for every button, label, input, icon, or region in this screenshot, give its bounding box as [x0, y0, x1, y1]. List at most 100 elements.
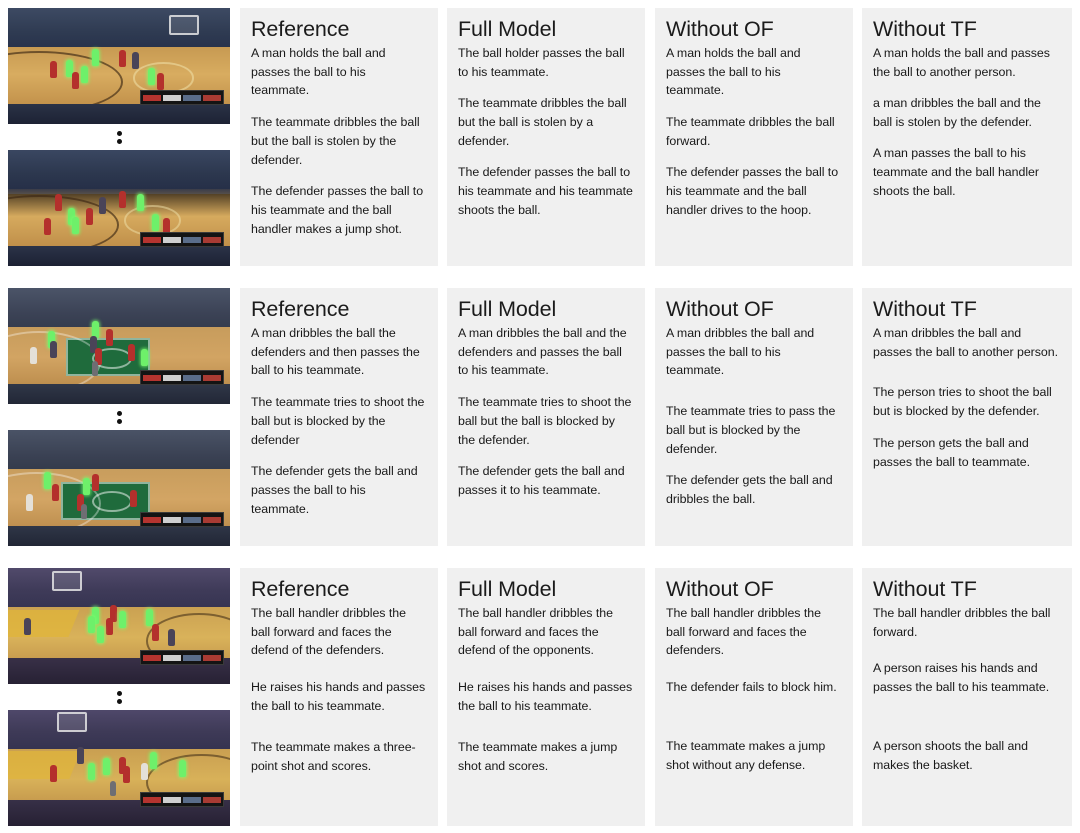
video-frame-top — [8, 288, 230, 404]
crowd-upper — [8, 288, 230, 333]
crowd-lower — [8, 526, 230, 546]
caption-sentence: The defender passes the ball to his team… — [251, 183, 424, 236]
player-red — [92, 474, 100, 492]
player-highlighted — [96, 625, 104, 643]
player-highlighted — [178, 760, 186, 778]
player-highlighted — [72, 217, 80, 235]
caption-sentence: The defender gets the ball and passes it… — [458, 463, 625, 497]
panel-title: Full Model — [458, 577, 557, 601]
video-frames-column — [8, 568, 230, 826]
panel-title: Full Model — [458, 297, 557, 321]
player-dark — [76, 747, 84, 765]
scoreboard-overlay — [140, 90, 224, 106]
hoop — [168, 14, 199, 35]
player-dark — [50, 340, 58, 358]
crowd-upper — [8, 710, 230, 755]
caption-panel-without-tf: Without TF The ball handler dribbles the… — [862, 568, 1072, 826]
caption-sentence: A man holds the ball and passes the ball… — [873, 45, 1050, 79]
caption-sentence: The teammate tries to shoot the ball but… — [251, 394, 425, 447]
panel-title: Full Model — [458, 17, 557, 41]
video-frame-top — [8, 8, 230, 124]
player-red — [127, 344, 135, 362]
crowd-lower — [8, 384, 230, 404]
crowd-upper — [8, 430, 230, 475]
caption-panel-full-model: Full Model A man dribbles the ball and t… — [447, 288, 645, 546]
player-highlighted — [145, 608, 153, 626]
player-red — [156, 72, 164, 90]
player-white — [25, 493, 33, 511]
caption-panel-without-of: Without OF A man dribbles the ball and p… — [655, 288, 853, 546]
paint-area — [8, 609, 80, 637]
player-highlighted — [87, 615, 95, 633]
caption-panel-reference: Reference A man holds the ball and passe… — [240, 8, 438, 266]
video-frames-column — [8, 288, 230, 546]
basketball-scene — [8, 150, 230, 266]
player-red — [54, 194, 62, 212]
player-red — [52, 483, 60, 501]
basketball-scene — [8, 288, 230, 404]
caption-panel-without-tf: Without TF A man holds the ball and pass… — [862, 8, 1072, 266]
player-highlighted — [103, 757, 111, 775]
caption-sentence: The ball handler dribbles the ball forwa… — [873, 605, 1051, 639]
panel-title: Reference — [251, 297, 350, 321]
caption-sentence: A man dribbles the ball and passes the b… — [873, 325, 1058, 359]
caption-sentence: The teammate dribbles the ball but the b… — [458, 95, 627, 148]
caption-sentence: The defender passes the ball to his team… — [666, 165, 839, 217]
caption-sentence: The person tries to shoot the ball but i… — [873, 385, 1052, 419]
player-white — [30, 346, 38, 364]
caption-panel-full-model: Full Model The ball holder passes the ba… — [447, 8, 645, 266]
hoop — [56, 712, 87, 733]
caption-sentence: A man dribbles the ball and the defender… — [458, 325, 627, 378]
caption-sentence: The defender gets the ball and passes th… — [251, 463, 418, 516]
comparison-row: Reference A man holds the ball and passe… — [0, 8, 1080, 266]
caption-panel-reference: Reference A man dribbles the ball the de… — [240, 288, 438, 546]
crowd-lower — [8, 246, 230, 266]
player-dark — [167, 629, 175, 647]
caption-sentence: He raises his hands and passes the ball … — [251, 680, 426, 714]
caption-sentence: A man holds the ball and passes the ball… — [251, 45, 386, 98]
player-highlighted — [141, 349, 149, 367]
caption-sentence: The defender fails to block him. — [666, 680, 837, 695]
caption-sentence: The ball handler dribbles the ball forwa… — [458, 605, 613, 658]
comparison-row: Reference A man dribbles the ball the de… — [0, 288, 1080, 546]
scoreboard-overlay — [140, 512, 224, 528]
caption-sentence: The teammate tries to pass the ball but … — [666, 404, 836, 456]
caption-sentence: A man dribbles the ball and passes the b… — [666, 325, 815, 378]
panel-title: Without TF — [873, 577, 977, 601]
referee — [81, 504, 88, 520]
player-highlighted — [43, 471, 51, 489]
player-highlighted — [92, 48, 100, 66]
scoreboard-overlay — [140, 370, 224, 386]
basketball-scene — [8, 430, 230, 546]
video-frames-column — [8, 8, 230, 266]
player-red — [130, 489, 138, 507]
player-red — [85, 207, 93, 225]
player-red — [152, 624, 160, 642]
player-highlighted — [119, 611, 126, 629]
player-highlighted — [87, 762, 95, 780]
scoreboard-overlay — [140, 650, 224, 666]
qualitative-comparison-figure: Reference A man holds the ball and passe… — [0, 0, 1080, 833]
crowd-lower — [8, 104, 230, 124]
scoreboard-overlay — [140, 792, 224, 808]
player-highlighted — [136, 194, 144, 212]
comparison-row: Reference The ball handler dribbles the … — [0, 568, 1080, 826]
video-frame-bottom — [8, 430, 230, 546]
player-highlighted — [81, 65, 89, 83]
caption-sentence: a man dribbles the ball and the ball is … — [873, 95, 1041, 129]
player-highlighted — [150, 751, 158, 769]
panel-title: Without OF — [666, 297, 774, 321]
caption-sentence: The teammate makes a jump shot and score… — [458, 740, 618, 773]
panel-title: Without OF — [666, 17, 774, 41]
vertical-ellipsis-icon — [8, 684, 230, 710]
player-red — [105, 328, 113, 346]
caption-sentence: The ball handler dribbles the ball forwa… — [666, 605, 821, 658]
caption-sentence: The defender gets the ball and dribbles … — [666, 473, 833, 507]
caption-sentence: The teammate dribbles the ball forward. — [666, 114, 835, 148]
scoreboard-overlay — [140, 232, 224, 248]
player-dark — [132, 52, 140, 70]
caption-sentence: The ball handler dribbles the ball forwa… — [251, 605, 406, 658]
player-red — [105, 618, 113, 636]
caption-sentence: He raises his hands and passes the ball … — [458, 680, 633, 714]
caption-sentence: A person raises his hands and passes the… — [873, 661, 1050, 695]
